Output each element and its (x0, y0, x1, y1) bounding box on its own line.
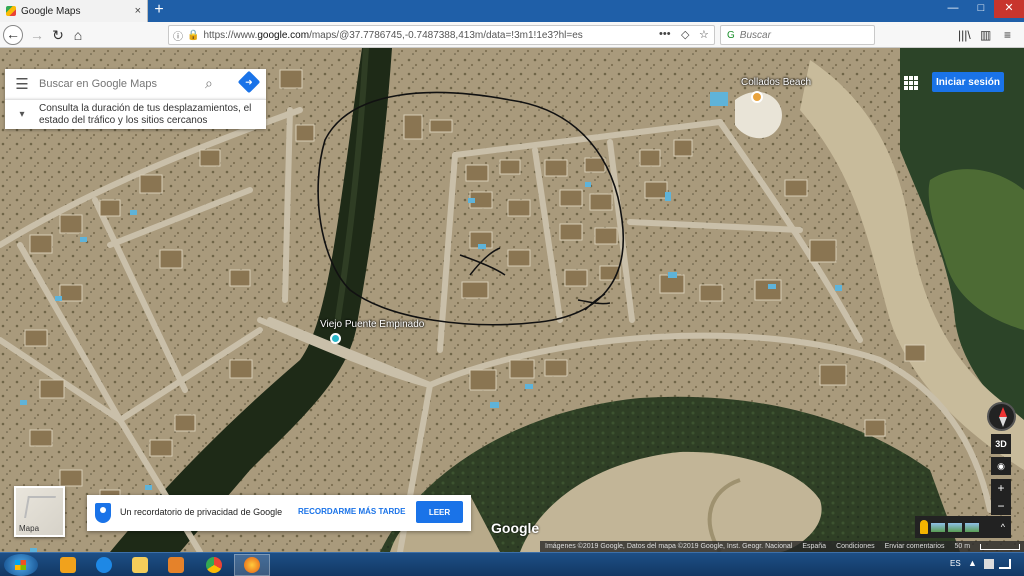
navigation-bar: ← → ↻ ⌂ ⓘ 🔒 https://www.google.com/maps/… (0, 22, 1024, 48)
read-button[interactable]: LEER (416, 501, 463, 523)
chrome-icon[interactable] (196, 554, 232, 576)
shield-icon (95, 503, 111, 523)
sidebar-icon[interactable]: ▥ (980, 28, 991, 42)
windows-logo-icon (15, 560, 26, 570)
directions-icon[interactable]: ➜ (237, 70, 261, 94)
pocket-icon[interactable]: ◇ (681, 28, 689, 41)
3d-toggle-button[interactable]: 3D (991, 434, 1011, 454)
map-layer-label: Mapa (19, 524, 40, 533)
page-actions-icon[interactable]: ••• (659, 28, 671, 40)
map-layer-icon (24, 496, 56, 518)
country-link[interactable]: España (802, 543, 826, 550)
imagery-thumbnail[interactable] (948, 522, 962, 532)
search-icon[interactable]: ⌕ (205, 75, 213, 92)
place-label-colladas[interactable]: Collados Beach (741, 77, 811, 88)
search-engine-icon: G (727, 29, 735, 41)
scale-bar (980, 543, 1021, 550)
info-icon[interactable]: ⓘ (173, 28, 183, 43)
action-center-flag-icon[interactable] (984, 559, 994, 569)
zoom-in-button[interactable]: + (991, 479, 1011, 497)
remind-later-button[interactable]: RECORDARME MÁS TARDE (298, 507, 405, 516)
hamburger-icon[interactable]: ☰ (5, 75, 39, 93)
maps-search-input[interactable] (39, 78, 199, 90)
expand-icon[interactable]: ^ (1001, 522, 1005, 532)
tab-close-icon[interactable]: × (135, 5, 141, 17)
menu-icon[interactable]: ≡ (1004, 28, 1011, 42)
feedback-link[interactable]: Enviar comentarios (885, 543, 945, 550)
home-button[interactable]: ⌂ (68, 25, 88, 45)
forward-button[interactable]: → (27, 25, 47, 45)
network-icon[interactable] (999, 559, 1011, 569)
minimize-button[interactable]: — (940, 0, 966, 18)
terms-link[interactable]: Condiciones (836, 543, 875, 550)
google-logo: Google (491, 520, 540, 536)
bookmark-star-icon[interactable]: ☆ (699, 28, 709, 41)
url-bar[interactable]: ⓘ 🔒 https://www.google.com/maps/@37.7786… (168, 25, 715, 45)
map-footer: Imágenes ©2019 Google, Datos del mapa ©2… (540, 541, 1024, 552)
scale-label[interactable]: 50 m (955, 543, 971, 550)
file-explorer-icon[interactable] (122, 554, 158, 576)
back-button[interactable]: ← (3, 25, 23, 45)
place-label-puente[interactable]: Viejo Puente Empinado (320, 319, 424, 330)
imagery-thumbnail[interactable] (965, 522, 979, 532)
maximize-button[interactable]: □ (968, 0, 994, 18)
new-tab-button[interactable]: + (150, 2, 168, 19)
privacy-reminder-card: Un recordatorio de privacidad de Google … (87, 495, 471, 531)
outlook-icon[interactable] (50, 554, 86, 576)
maps-search-box[interactable]: ☰ ⌕ ➜ (5, 69, 266, 99)
tab-title: Google Maps (21, 5, 81, 17)
browser-search-box[interactable]: G Buscar (720, 25, 875, 45)
place-pin-icon[interactable] (751, 91, 763, 103)
tab-bar: Google Maps × + — □ ✕ (0, 0, 1024, 22)
close-window-button[interactable]: ✕ (994, 0, 1024, 18)
browser-search-placeholder: Buscar (739, 29, 771, 41)
map-layers-button[interactable]: Mapa (14, 486, 65, 537)
imagery-thumbnail[interactable] (931, 522, 945, 532)
pegman-icon[interactable] (920, 520, 928, 534)
imagery-strip: ^ (915, 516, 1011, 538)
google-apps-icon[interactable] (904, 76, 918, 90)
reload-button[interactable]: ↻ (48, 25, 68, 45)
privacy-text: Un recordatorio de privacidad de Google (120, 507, 283, 517)
start-button[interactable] (4, 554, 38, 576)
zoom-out-button[interactable]: − (991, 497, 1011, 515)
my-location-button[interactable]: ◉ (991, 457, 1011, 475)
taskbar: ES ▲ (0, 552, 1024, 576)
lock-icon[interactable]: 🔒 (187, 30, 199, 41)
library-icon[interactable]: |||\ (958, 28, 971, 42)
landmark-pin-icon[interactable] (330, 333, 341, 344)
chevron-down-icon[interactable]: ▾ (5, 109, 39, 120)
commute-tip[interactable]: ▾ Consulta la duración de tus desplazami… (5, 99, 266, 129)
firefox-icon[interactable] (234, 554, 270, 576)
tab-google-maps[interactable]: Google Maps × (0, 0, 148, 22)
url-text: https://www.google.com/maps/@37.7786745,… (203, 30, 582, 41)
google-maps-favicon-icon (6, 6, 16, 16)
url-prefix: https://www. (203, 29, 258, 41)
signin-button[interactable]: Iniciar sesión (932, 72, 1004, 92)
internet-explorer-icon[interactable] (86, 554, 122, 576)
media-player-icon[interactable] (158, 554, 194, 576)
url-path: /maps/@37.7786745,-0.7487388,413m/data=!… (309, 29, 583, 41)
tray-expand-icon[interactable]: ▲ (968, 558, 977, 568)
language-indicator[interactable]: ES (950, 559, 961, 568)
url-domain: google.com (257, 29, 310, 41)
commute-tip-text: Consulta la duración de tus desplazamien… (39, 102, 252, 126)
compass-icon[interactable] (987, 402, 1016, 431)
map-credits: Imágenes ©2019 Google, Datos del mapa ©2… (545, 543, 793, 550)
